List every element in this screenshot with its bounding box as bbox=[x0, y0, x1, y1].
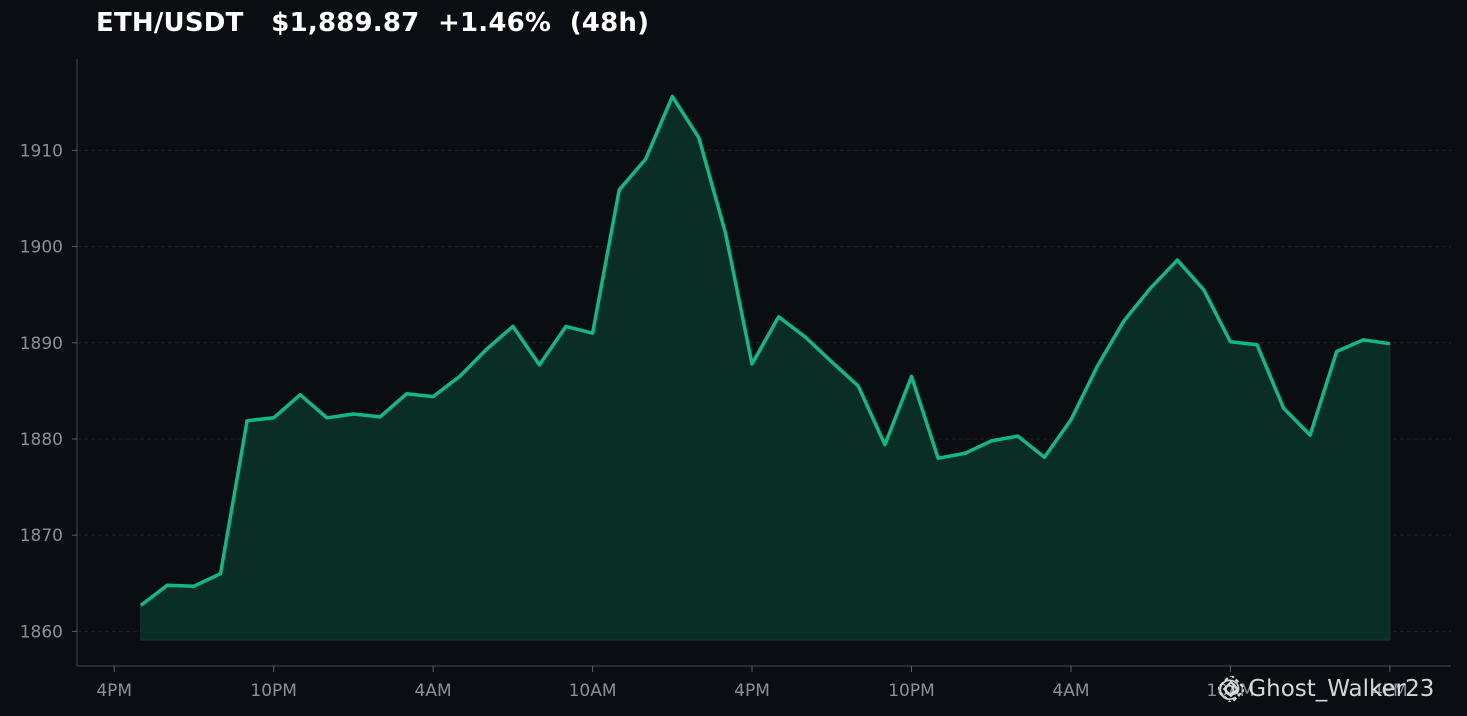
y-tick-label-1860: 1860 bbox=[20, 622, 63, 642]
x-axis-ticks: 4PM 10PM 4AM 10AM 4PM 10PM 4AM 10AM 4PM bbox=[96, 666, 1408, 701]
x-tick-label-0: 4PM bbox=[96, 681, 132, 701]
price-chart: 1860 1870 1880 1890 1900 1910 4PM 10PM 4AM 10AM 4… bbox=[20, 59, 1451, 701]
y-tick-label-1900: 1900 bbox=[20, 238, 63, 258]
y-tick-label-1880: 1880 bbox=[20, 430, 63, 450]
price-area-fill bbox=[140, 95, 1391, 641]
y-axis-ticks: 1860 1870 1880 1890 1900 1910 bbox=[20, 141, 77, 642]
x-tick-label-1: 10PM bbox=[250, 681, 297, 701]
y-tick-label-1910: 1910 bbox=[20, 141, 63, 161]
x-tick-label-2: 4AM bbox=[415, 681, 452, 701]
watermark-handle: @ Ghost_Walker23 bbox=[1218, 676, 1435, 702]
x-tick-label-5: 10PM bbox=[888, 681, 935, 701]
binance-logo-icon bbox=[1218, 676, 1244, 702]
x-tick-label-4: 4PM bbox=[734, 681, 770, 701]
y-tick-label-1870: 1870 bbox=[20, 526, 63, 546]
x-tick-label-3: 10AM bbox=[569, 681, 617, 701]
x-tick-label-6: 4AM bbox=[1052, 681, 1089, 701]
y-tick-label-1890: 1890 bbox=[20, 334, 63, 354]
watermark: @ Ghost_Walker23 bbox=[1218, 676, 1434, 702]
